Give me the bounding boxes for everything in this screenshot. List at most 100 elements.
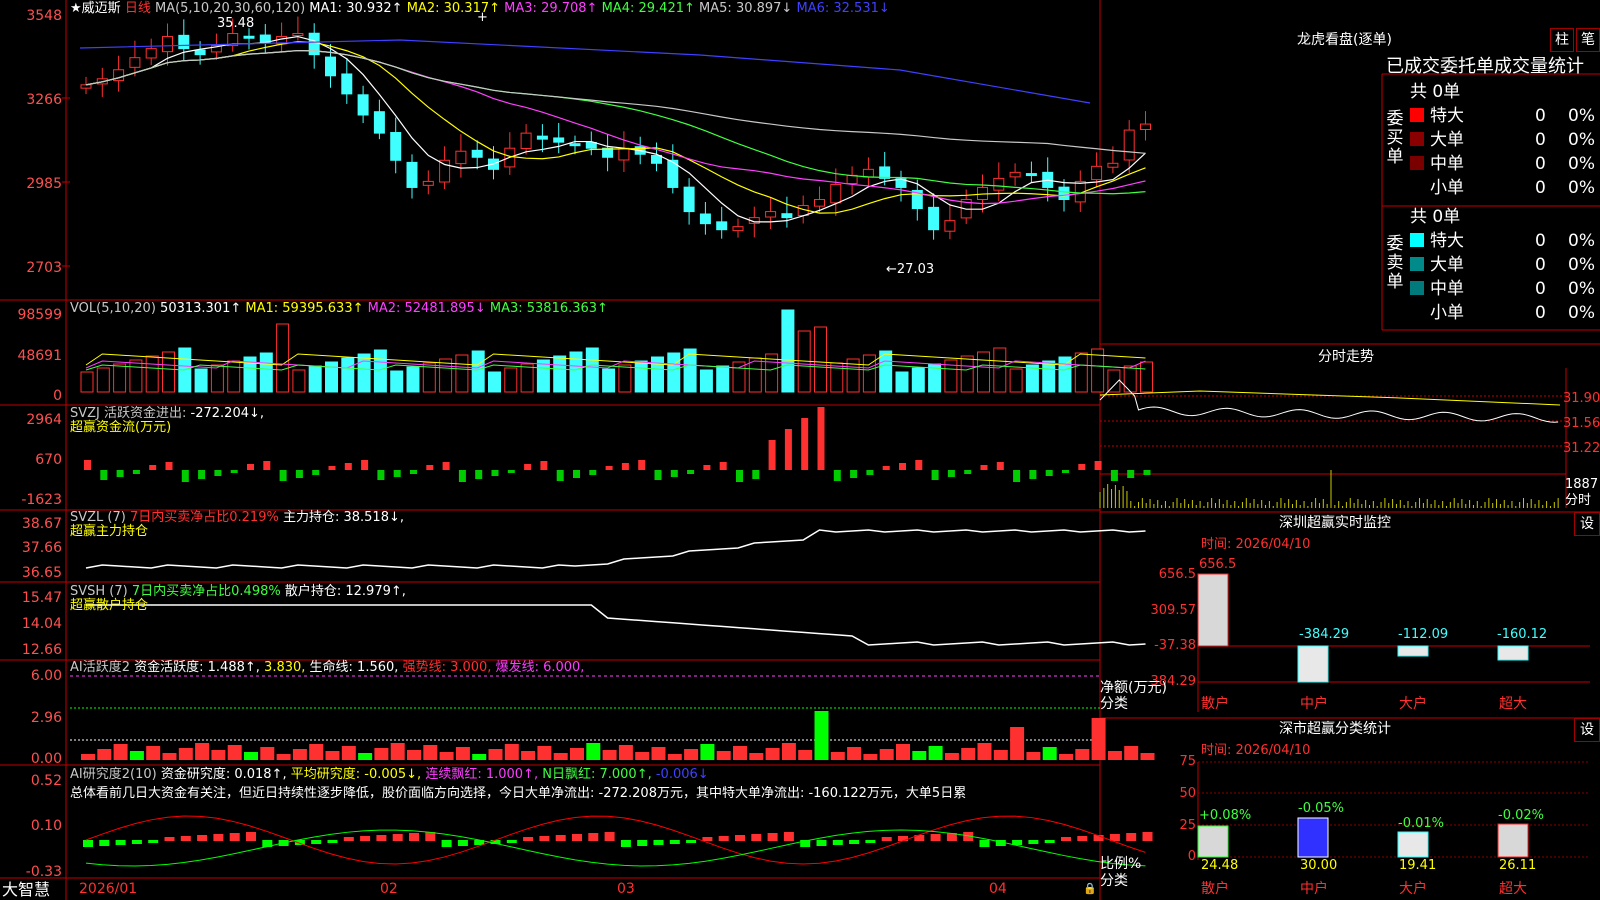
ai3-tick-3: -0.33	[25, 864, 62, 880]
star-icon: ★	[70, 1, 82, 16]
buy-row-4-pct: 0%	[1568, 178, 1595, 198]
monitor-xlabel: 分类	[1100, 696, 1128, 712]
ai2-strongline: 强势线: 3.000,	[402, 660, 492, 675]
xaxis-label-1: 2026/01	[79, 881, 138, 897]
classify-val-1: 24.48	[1201, 858, 1239, 873]
classify-settings-button[interactable]: 设	[1574, 718, 1600, 742]
vol-title: VOL(5,10,20)	[70, 301, 156, 316]
crosshair-mark: +	[477, 10, 488, 25]
vol-ma2: MA2: 52481.895↓	[367, 301, 486, 316]
ma2-label: MA2:	[406, 1, 440, 16]
ai2-header: AI活跃度2 资金活跃度: 1.488↑, 3.830, 生命线: 1.560,…	[70, 660, 584, 675]
ma5-label: MA5:	[699, 1, 732, 16]
bar-mode-button[interactable]: 柱	[1550, 28, 1574, 52]
price-tick-1: 3548	[26, 8, 62, 24]
svzl-subtitle: 超赢主力持仓	[70, 524, 149, 539]
ai3-red-cont: 连续飘红: 1.000↑,	[425, 767, 539, 782]
vol-tick-1: 98599	[17, 307, 62, 323]
monitor-val-3: -112.09	[1398, 627, 1449, 642]
ai3-title: AI研究度2(10)	[70, 767, 157, 782]
buy-row-3-name: 中单	[1430, 154, 1464, 174]
monitor-tick-2: 309.57	[1150, 603, 1197, 618]
buy-row-1-count: 0	[1535, 106, 1546, 126]
sell-row-3-pct: 0%	[1568, 279, 1595, 299]
monitor-settings-button[interactable]: 设	[1574, 512, 1600, 536]
period-label[interactable]: 日线	[125, 1, 151, 16]
xaxis-label-2: 02	[380, 881, 398, 897]
buy-row-3: 中单	[1410, 154, 1464, 174]
buy-count: 共 0单	[1410, 82, 1461, 102]
ai2-tick-3: 0.00	[30, 751, 62, 767]
svzj-title: SVZJ 活跃资金进出:	[70, 406, 187, 421]
svsh-tick-1: 15.47	[21, 590, 62, 606]
ai2-title: AI活跃度2	[70, 660, 130, 675]
buy-row-2: 大单	[1410, 130, 1464, 150]
price-tick-4: 2703	[26, 260, 62, 276]
buy-row-4-name: 小单	[1430, 178, 1464, 198]
ai3-tick-2: 0.10	[30, 818, 62, 834]
svsh-title: SVSH (7)	[70, 584, 128, 599]
classify-val-3: 19.41	[1399, 858, 1437, 873]
ai3-red-n: N日飘红: 7.000↑,	[542, 767, 652, 782]
monitor-cat-3: 大户	[1399, 696, 1427, 712]
svsh-tick-3: 12.66	[21, 642, 62, 658]
svsh-header: SVSH (7) 7日内买卖净占比0.498% 散户持仓: 12.979↑,	[70, 584, 406, 599]
sell-row-4-count: 0	[1535, 303, 1546, 323]
classify-tick-1: 75	[1179, 754, 1196, 769]
sell-row-4-name: 小单	[1430, 303, 1464, 323]
ma1-label: MA1:	[309, 1, 343, 16]
buy-row-1: 特大	[1410, 106, 1464, 126]
tick-mode-button[interactable]: 笔	[1576, 28, 1600, 52]
ma6-value: 32.531↓	[833, 1, 890, 16]
buy-row-3-count: 0	[1535, 154, 1546, 174]
svzl-tick-2: 37.66	[21, 540, 62, 556]
ma-params: MA(5,10,20,30,60,120)	[154, 1, 306, 16]
ai2-lifeline: 生命线: 1.560,	[309, 660, 399, 675]
monitor-cat-4: 超大	[1499, 696, 1527, 712]
stock-name[interactable]: 威迈斯	[82, 1, 121, 16]
svzj-tick-2: 670	[35, 452, 62, 468]
svzl-hold: 主力持仓: 38.518↓,	[282, 510, 404, 525]
xaxis-label-4: 04	[989, 881, 1007, 897]
intraday-vol-tick: 1887	[1565, 477, 1599, 492]
dragon-tiger-title: 龙虎看盘(逐单)	[1297, 32, 1392, 48]
ma1-value: 30.932↑	[346, 1, 403, 16]
buy-row-2-name: 大单	[1430, 130, 1464, 150]
classify-tick-4: 0	[1187, 849, 1196, 864]
xaxis-label-3: 03	[617, 881, 635, 897]
price-tick-3: 2985	[26, 176, 62, 192]
ma4-value: 29.421↑	[638, 1, 695, 16]
buy-row-2-swatch	[1410, 132, 1424, 146]
monitor-val-1: 656.5	[1199, 557, 1237, 572]
intraday-vol-label: 分时	[1565, 493, 1592, 508]
classify-tick-2: 50	[1179, 786, 1196, 801]
sell-orders-header: 委卖单	[1386, 234, 1404, 292]
monitor-cat-1: 散户	[1201, 696, 1229, 712]
price-tick-2: 3266	[26, 92, 62, 108]
monitor-time: 时间: 2026/04/10	[1201, 537, 1311, 552]
monitor-ylabel: 净额(万元)	[1100, 680, 1167, 696]
svzl-tick-1: 38.67	[21, 516, 62, 532]
lock-icon[interactable]: 🔒	[1083, 881, 1097, 896]
vol-tick-3: 0	[53, 388, 62, 404]
intraday-title: 分时走势	[1318, 349, 1374, 365]
sell-count: 共 0单	[1410, 207, 1461, 227]
ma3-value: 29.708↑	[541, 1, 598, 16]
classify-tick-3: 25	[1179, 818, 1196, 833]
svzl-title: SVZL (7)	[70, 510, 126, 525]
monitor-val-4: -160.12	[1497, 627, 1548, 642]
sell-row-1-count: 0	[1535, 231, 1546, 251]
svsh-hold: 散户持仓: 12.979↑,	[284, 584, 406, 599]
vol-ma1: MA1: 59395.633↑	[245, 301, 364, 316]
monitor-val-2: -384.29	[1299, 627, 1350, 642]
svzj-subtitle: 超赢资金流(万元)	[70, 420, 172, 435]
ai2-tick-2: 2.96	[30, 710, 62, 726]
buy-row-3-swatch	[1410, 156, 1424, 170]
order-stats-subtitle: 已成交委托单成交量统计	[1386, 56, 1584, 77]
svzj-value: -272.204↓,	[190, 406, 265, 421]
monitor-tick-1: 656.5	[1158, 567, 1196, 582]
monitor-tick-3: -37.38	[1154, 638, 1196, 653]
sell-row-2: 大单	[1410, 255, 1464, 275]
intraday-tick-2: 31.56	[1563, 416, 1600, 431]
vol-ma3: MA3: 53816.363↑	[489, 301, 608, 316]
